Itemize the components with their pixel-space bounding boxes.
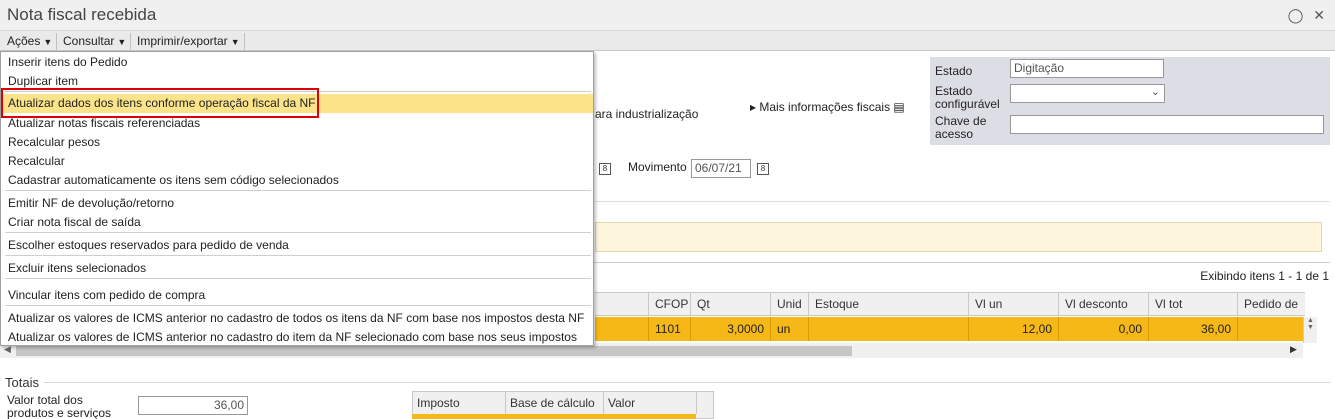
chevron-down-icon: ⌄	[1150, 86, 1160, 98]
menu-emitir-nf-devolucao[interactable]: Emitir NF de devolução/retorno	[8, 196, 174, 210]
grid-header: CFOP Qt Unid Estoque Vl un Vl desconto V…	[595, 292, 1305, 316]
cell-vl-desconto: 0,00	[1058, 317, 1148, 341]
caret-down-icon: ▼	[230, 37, 240, 47]
menu-vincular-pedido-compra[interactable]: Vincular itens com pedido de compra	[8, 288, 205, 302]
menu-separator	[5, 232, 591, 233]
valor-total-field[interactable]: 36,00	[138, 396, 248, 415]
col-vl-desconto[interactable]: Vl desconto	[1058, 293, 1148, 316]
totals-divider	[44, 382, 1330, 383]
menu-criar-nf-saida[interactable]: Criar nota fiscal de saída	[8, 215, 141, 229]
tax-row[interactable]	[412, 414, 696, 419]
chave-label-1: Chave de	[935, 114, 987, 128]
mais-info-link[interactable]: ▸ Mais informações fiscais ▤	[750, 100, 905, 114]
cell-vl-tot: 36,00	[1148, 317, 1237, 341]
chave-label-2: acesso	[935, 127, 974, 141]
comment-icon[interactable]: ◯	[1288, 7, 1304, 23]
movimento-field[interactable]: 06/07/21	[691, 159, 751, 178]
operacao-field-partial[interactable]: ara industrialização	[595, 107, 698, 121]
col-vl-un[interactable]: Vl un	[968, 293, 1058, 316]
menu-separator	[5, 190, 591, 191]
menu-excluir-itens[interactable]: Excluir itens selecionados	[8, 261, 146, 275]
document-icon: ▤	[893, 100, 905, 114]
calendar-icon[interactable]: 8	[757, 163, 769, 175]
cell-unid: un	[770, 317, 808, 341]
menu-recalcular-pesos[interactable]: Recalcular pesos	[8, 135, 100, 149]
menu-acoes[interactable]: Ações ▼	[3, 33, 58, 50]
menu-atualizar-icms-selecionado[interactable]: Atualizar os valores de ICMS anterior no…	[8, 330, 577, 344]
cell-qt: 3,0000	[690, 317, 770, 341]
menu-separator	[5, 305, 591, 306]
col-cfop[interactable]: CFOP	[648, 293, 690, 316]
col-valor[interactable]: Valor	[604, 392, 697, 414]
calendar-icon[interactable]: 8	[599, 163, 611, 175]
totals-title: Totais	[5, 375, 39, 390]
valor-total-label-2: produtos e serviços	[7, 406, 112, 419]
divider	[595, 201, 1330, 202]
caret-down-icon: ▼	[43, 37, 53, 47]
scroll-right-icon[interactable]: ▶	[1290, 344, 1297, 355]
menu-imprimir[interactable]: Imprimir/exportar ▼	[133, 33, 245, 50]
menu-cadastrar-itens-automaticamente[interactable]: Cadastrar automaticamente os itens sem c…	[8, 173, 339, 187]
window-controls: ◯ ✕	[1282, 7, 1325, 24]
col-pedido[interactable]: Pedido de	[1237, 293, 1305, 316]
cell-vl-un: 12,00	[968, 317, 1058, 341]
grid-count: Exibindo itens 1 - 1 de 1	[1200, 269, 1329, 283]
menu-recalcular[interactable]: Recalcular	[8, 154, 65, 168]
estado-config-label-2: configurável	[935, 97, 1000, 111]
col-qt[interactable]: Qt	[690, 293, 770, 316]
estado-field[interactable]: Digitação	[1010, 59, 1164, 78]
menubar: Ações ▼ Consultar ▼ Imprimir/exportar ▼	[0, 31, 1335, 51]
table-row[interactable]: 1101 3,0000 un 12,00 0,00 36,00	[595, 317, 1305, 341]
estado-label: Estado	[935, 64, 973, 78]
window-titlebar: Nota fiscal recebida ◯ ✕	[0, 0, 1335, 31]
menu-escolher-estoques-reservados[interactable]: Escolher estoques reservados para pedido…	[8, 238, 289, 252]
estado-config-label-1: Estado	[935, 84, 973, 98]
scrollbar-thumb[interactable]	[16, 346, 852, 356]
cell-cfop: 1101	[648, 317, 690, 341]
cell-pedido	[1237, 317, 1305, 341]
cell-estoque	[808, 317, 968, 341]
highlight-annotation-box	[1, 88, 319, 118]
col-estoque[interactable]: Estoque	[808, 293, 968, 316]
movimento-label: Movimento	[628, 160, 687, 174]
warning-bar	[595, 222, 1322, 252]
col-base-calculo[interactable]: Base de cálculo	[506, 392, 604, 414]
chave-acesso-field[interactable]	[1010, 115, 1324, 134]
scroll-down-icon[interactable]: ▼	[1304, 324, 1317, 331]
menu-separator	[5, 278, 591, 279]
menu-inserir-itens-pedido[interactable]: Inserir itens do Pedido	[8, 55, 127, 69]
window-title: Nota fiscal recebida	[7, 5, 157, 24]
menu-duplicar-item[interactable]: Duplicar item	[8, 74, 78, 88]
col-vl-tot[interactable]: Vl tot	[1148, 293, 1237, 316]
menu-atualizar-icms-todos[interactable]: Atualizar os valores de ICMS anterior no…	[8, 311, 584, 325]
menu-separator	[5, 255, 591, 256]
menu-atualizar-notas-referenciadas[interactable]: Atualizar notas fiscais referenciadas	[8, 116, 200, 130]
estado-config-select[interactable]: ⌄	[1010, 84, 1165, 103]
col-imposto[interactable]: Imposto	[413, 392, 506, 414]
close-icon[interactable]: ✕	[1313, 7, 1325, 23]
mais-info-label: Mais informações fiscais	[759, 100, 891, 114]
caret-down-icon: ▼	[117, 37, 127, 47]
vertical-scrollbar[interactable]: ▲ ▼	[1303, 317, 1317, 343]
scroll-up-icon[interactable]: ▲	[1304, 317, 1317, 324]
menu-consultar[interactable]: Consultar ▼	[59, 33, 132, 50]
valor-total-label-1: Valor total dos	[7, 393, 83, 407]
menu-imprimir-label: Imprimir/exportar	[137, 34, 228, 48]
menu-acoes-label: Ações	[7, 34, 41, 48]
menu-consultar-label: Consultar	[63, 34, 115, 48]
col-unid[interactable]: Unid	[770, 293, 808, 316]
